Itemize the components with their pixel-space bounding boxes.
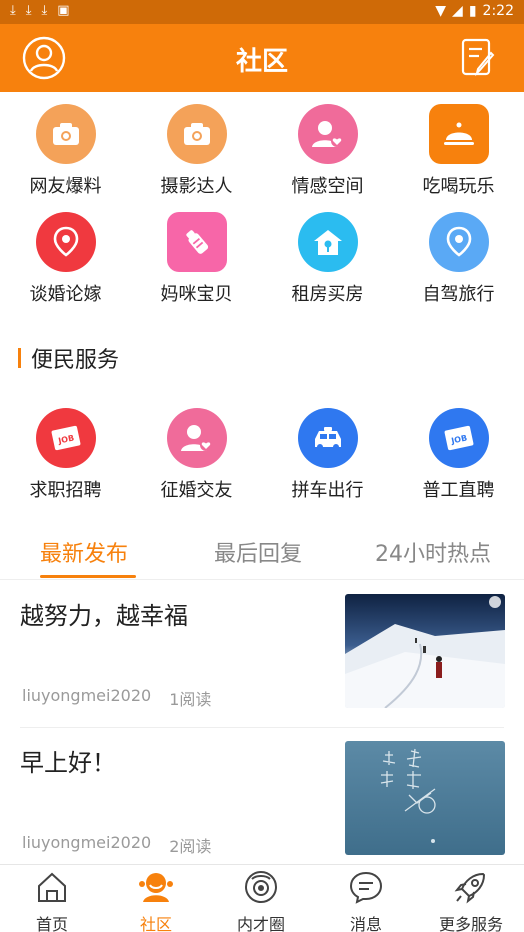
category-label: 情感空间 — [291, 176, 364, 197]
category-label: 摄影达人 — [160, 176, 233, 197]
category-item[interactable]: 吃喝玩乐 — [393, 104, 524, 198]
post-item[interactable]: 越努力，越幸福 liuyongmei2020 1阅读 — [0, 582, 524, 722]
category-label: 妈咪宝贝 — [160, 284, 233, 305]
signal-icon: ◢ — [452, 3, 463, 19]
tab-24h-hot[interactable]: 24小时热点 — [375, 536, 491, 568]
camera-icon — [166, 104, 227, 164]
compose-post-button[interactable] — [460, 37, 496, 77]
post-tabs: 最新发布 最后回复 24小时热点 — [0, 530, 524, 580]
baby-bottle-icon — [166, 212, 227, 272]
post-item[interactable]: 早上好！ liuyongmei2020 2阅读 — [0, 729, 524, 869]
category-item[interactable]: 自驾旅行 — [393, 212, 524, 306]
nav-community[interactable]: 社区 — [104, 869, 208, 932]
service-label: 征婚交友 — [160, 480, 233, 501]
download-icon: ⤓ — [41, 3, 48, 18]
nav-label: 社区 — [139, 915, 172, 932]
nav-messages[interactable]: 消息 — [314, 869, 418, 932]
service-item[interactable]: 征婚交友 — [131, 408, 262, 502]
nav-home[interactable]: 首页 — [0, 869, 104, 932]
map-pin-icon — [35, 212, 96, 272]
job-card-icon: JOB — [428, 408, 489, 468]
category-item[interactable]: 情感空间 — [262, 104, 393, 198]
circle-icon — [245, 871, 277, 903]
bottom-nav: 首页 社区 内才圈 消息 更多服务 — [0, 864, 524, 932]
camera-icon — [35, 104, 96, 164]
status-time: 2:22 — [482, 3, 514, 19]
message-icon — [349, 871, 383, 904]
download-icon: ⤓ — [10, 3, 16, 18]
home-icon — [38, 872, 66, 902]
post-title: 越努力，越幸福 — [20, 602, 188, 630]
top-app-bar: 社区 — [0, 24, 524, 92]
post-meta: liuyongmei2020 2阅读 — [22, 833, 211, 857]
nav-label: 消息 — [349, 915, 382, 932]
category-item[interactable]: 租房买房 — [262, 212, 393, 306]
post-meta: liuyongmei2020 1阅读 — [22, 686, 211, 710]
battery-icon: ▮ — [468, 3, 477, 19]
wifi-icon: ▼ — [435, 3, 447, 19]
post-divider — [20, 727, 504, 728]
category-label: 网友爆料 — [29, 176, 102, 197]
nav-label: 更多服务 — [438, 915, 503, 932]
service-label: 求职招聘 — [29, 480, 102, 501]
community-icon — [139, 873, 173, 902]
category-item[interactable]: 摄影达人 — [131, 104, 262, 198]
category-label: 谈婚论嫁 — [29, 284, 102, 305]
tab-latest[interactable]: 最新发布 — [40, 536, 128, 568]
nav-label: 内才圈 — [236, 915, 285, 932]
category-item[interactable]: 妈咪宝贝 — [131, 212, 262, 306]
download-icon: ⤓ — [25, 3, 32, 18]
service-item[interactable]: JOB 求职招聘 — [0, 408, 131, 502]
page-title: 社区 — [235, 47, 288, 77]
category-item[interactable]: 网友爆料 — [0, 104, 131, 198]
post-thumbnail — [345, 741, 505, 855]
user-heart-icon — [297, 104, 358, 164]
house-key-icon — [297, 212, 358, 272]
service-label: 拼车出行 — [291, 480, 364, 501]
category-label: 吃喝玩乐 — [422, 176, 495, 197]
notification-icon: ▣ — [57, 3, 70, 18]
edit-note-icon — [461, 38, 495, 77]
section-title: 便民服务 — [31, 348, 120, 373]
taxi-icon — [297, 408, 358, 468]
post-read-count: 2阅读 — [169, 837, 212, 856]
food-cloche-icon — [428, 104, 489, 164]
tab-last-reply[interactable]: 最后回复 — [214, 536, 302, 568]
category-item[interactable]: 谈婚论嫁 — [0, 212, 131, 306]
post-thumbnail — [345, 594, 505, 708]
post-read-count: 1阅读 — [169, 690, 212, 709]
category-label: 租房买房 — [291, 284, 364, 305]
map-pin-icon — [428, 212, 489, 272]
category-label: 自驾旅行 — [422, 284, 495, 305]
rocket-icon — [454, 872, 486, 904]
job-card-icon: JOB — [35, 408, 96, 468]
nav-circle[interactable]: 内才圈 — [209, 869, 313, 932]
service-item[interactable]: 拼车出行 — [262, 408, 393, 502]
post-author: liuyongmei2020 — [22, 833, 152, 852]
user-heart-icon — [166, 408, 227, 468]
section-accent-bar — [18, 348, 21, 368]
post-title: 早上好！ — [20, 749, 116, 777]
status-bar: ⤓ ⤓ ⤓ ▣ ▼ ◢ ▮ 2:22 — [0, 0, 524, 24]
nav-label: 首页 — [35, 915, 68, 932]
service-item[interactable]: JOB 普工直聘 — [393, 408, 524, 502]
nav-more-services[interactable]: 更多服务 — [419, 869, 523, 932]
services-section-header: 便民服务 — [18, 345, 120, 373]
active-tab-indicator — [40, 575, 136, 578]
service-label: 普工直聘 — [422, 480, 495, 501]
post-author: liuyongmei2020 — [22, 686, 152, 705]
tabs-divider — [0, 579, 524, 580]
